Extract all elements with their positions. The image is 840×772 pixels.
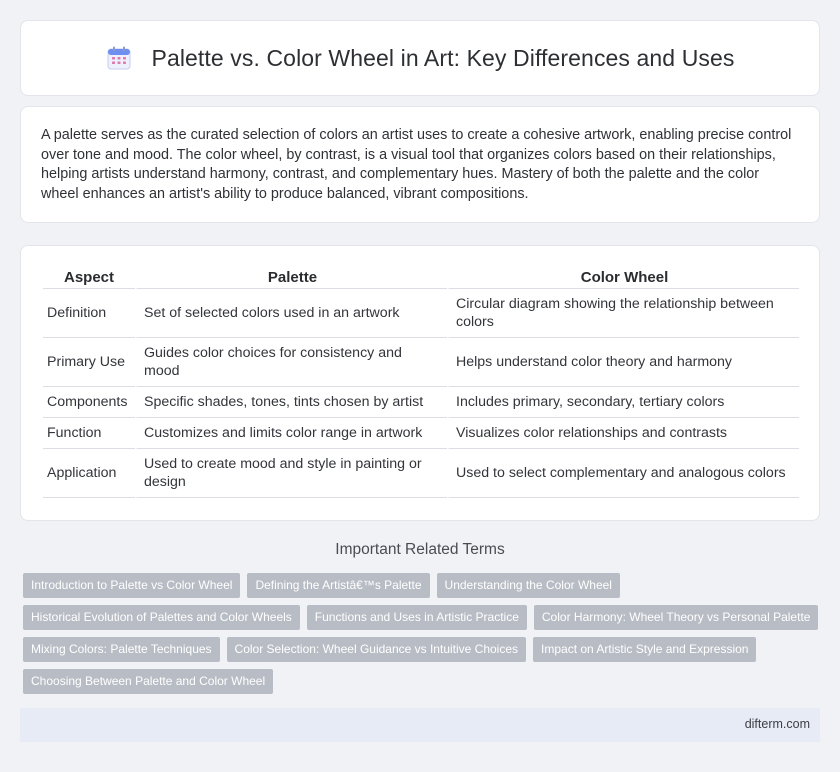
- related-terms-title: Important Related Terms: [335, 541, 505, 558]
- table-cell: Used to select complementary and analogo…: [447, 449, 799, 498]
- table-cell: Guides color choices for consistency and…: [135, 338, 447, 387]
- title-wrap: Palette vs. Color Wheel in Art: Key Diff…: [106, 45, 735, 72]
- footer-site-link[interactable]: difterm.com: [745, 717, 810, 731]
- header-aspect: Aspect: [43, 264, 135, 289]
- related-term-tag[interactable]: Understanding the Color Wheel: [436, 573, 620, 598]
- intro-paragraph: A palette serves as the curated selectio…: [41, 127, 792, 202]
- tag-row: Historical Evolution of Palettes and Col…: [23, 605, 823, 630]
- related-term-tag[interactable]: Introduction to Palette vs Color Wheel: [23, 573, 241, 598]
- header-color-wheel: Color Wheel: [447, 264, 799, 289]
- table-cell: Specific shades, tones, tints chosen by …: [135, 387, 447, 418]
- related-term-tag[interactable]: Historical Evolution of Palettes and Col…: [23, 605, 300, 630]
- page-title: Palette vs. Color Wheel in Art: Key Diff…: [151, 44, 735, 71]
- related-term-tag[interactable]: Defining the Artistâ€™s Palette: [247, 573, 430, 598]
- table-cell: Function: [43, 418, 135, 449]
- table-cell: Set of selected colors used in an artwor…: [135, 289, 447, 338]
- header-palette: Palette: [135, 264, 447, 289]
- related-term-tag[interactable]: Mixing Colors: Palette Techniques: [23, 637, 220, 662]
- table-cell: Definition: [43, 289, 135, 338]
- table-cell: Primary Use: [43, 338, 135, 387]
- tag-row: Choosing Between Palette and Color Wheel: [23, 669, 823, 694]
- related-term-tag[interactable]: Impact on Artistic Style and Expression: [533, 637, 757, 662]
- table-cell: Components: [43, 387, 135, 418]
- header-card: Palette vs. Color Wheel in Art: Key Diff…: [20, 20, 820, 96]
- table-cell: Used to create mood and style in paintin…: [135, 449, 447, 498]
- table-cell: Helps understand color theory and harmon…: [447, 338, 799, 387]
- related-term-tag[interactable]: Color Harmony: Wheel Theory vs Personal …: [533, 605, 819, 630]
- comparison-table-card: Aspect Palette Color Wheel Definition Se…: [20, 245, 820, 521]
- tag-row: Introduction to Palette vs Color Wheel D…: [23, 573, 823, 598]
- table-row: Components Specific shades, tones, tints…: [43, 387, 799, 418]
- table-header-row: Aspect Palette Color Wheel: [43, 264, 799, 289]
- table-cell: Circular diagram showing the relationshi…: [447, 289, 799, 338]
- table-row: Primary Use Guides color choices for con…: [43, 338, 799, 387]
- calendar-icon: [106, 45, 132, 71]
- related-term-tag[interactable]: Choosing Between Palette and Color Wheel: [23, 669, 274, 694]
- table-cell: Application: [43, 449, 135, 498]
- comparison-table: Aspect Palette Color Wheel Definition Se…: [43, 264, 799, 498]
- table-row: Function Customizes and limits color ran…: [43, 418, 799, 449]
- related-term-tag[interactable]: Color Selection: Wheel Guidance vs Intui…: [226, 637, 527, 662]
- table-row: Definition Set of selected colors used i…: [43, 289, 799, 338]
- table-cell: Visualizes color relationships and contr…: [447, 418, 799, 449]
- table-cell: Customizes and limits color range in art…: [135, 418, 447, 449]
- related-term-tag[interactable]: Functions and Uses in Artistic Practice: [306, 605, 527, 630]
- tag-row: Mixing Colors: Palette Techniques Color …: [23, 637, 823, 662]
- table-cell: Includes primary, secondary, tertiary co…: [447, 387, 799, 418]
- footer: difterm.com: [20, 708, 820, 742]
- intro-card: A palette serves as the curated selectio…: [20, 106, 820, 223]
- related-terms-list: Introduction to Palette vs Color Wheel D…: [23, 573, 823, 701]
- table-row: Application Used to create mood and styl…: [43, 449, 799, 498]
